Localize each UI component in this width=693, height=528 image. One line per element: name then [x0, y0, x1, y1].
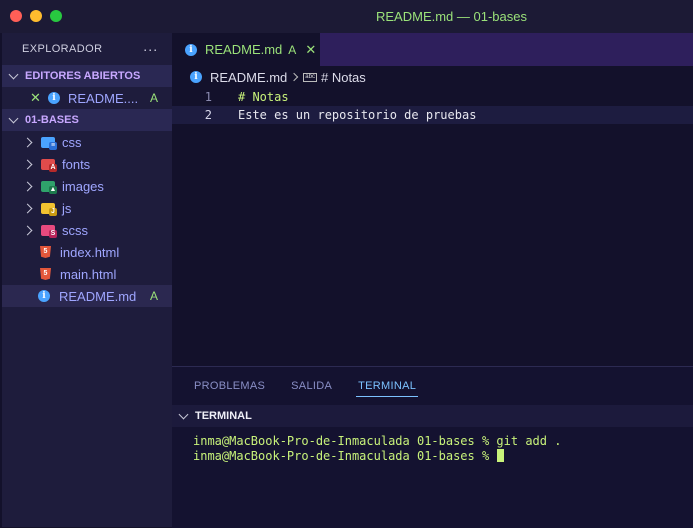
fonts-folder-icon: A — [41, 158, 57, 172]
folder-section[interactable]: 01-BASES — [2, 109, 172, 131]
terminal-line-text: inma@MacBook-Pro-de-Inmaculada 01-bases … — [193, 433, 562, 448]
folder-item-fonts[interactable]: A fonts — [2, 153, 172, 175]
info-file-icon: i — [48, 92, 60, 104]
chevron-right-icon — [22, 137, 33, 147]
terminal-line: inma@MacBook-Pro-de-Inmaculada 01-bases … — [193, 448, 693, 463]
chevron-right-icon — [22, 159, 33, 169]
bottom-panel: PROBLEMAS SALIDA TERMINAL TERMINAL inma@… — [172, 366, 693, 528]
terminal-cursor — [497, 449, 505, 462]
file-name: main.html — [60, 266, 117, 282]
folder-item-scss[interactable]: S scss — [2, 219, 172, 241]
tab-bar-empty-area — [320, 33, 693, 66]
code-line-active[interactable]: 2 Este es un repositorio de pruebas — [172, 106, 693, 124]
chevron-right-icon — [22, 225, 33, 235]
window-title: README.md — 01-bases — [376, 9, 527, 24]
js-folder-icon: J — [41, 202, 57, 216]
tab-label: README.md — [205, 42, 283, 57]
folder-name: css — [62, 134, 82, 150]
git-status-badge: A — [149, 91, 158, 105]
more-actions-icon[interactable]: ··· — [143, 41, 158, 57]
string-symbol-icon: abc — [303, 72, 317, 82]
folder-name: scss — [62, 222, 88, 238]
html5-icon: 5 — [40, 268, 51, 280]
code-editor[interactable]: 1 # Notas 2 Este es un repositorio de pr… — [172, 88, 693, 124]
breadcrumb-file[interactable]: README.md — [210, 70, 287, 85]
open-editor-label: README.... — [68, 90, 139, 106]
explorer-header: EXPLORADOR ··· — [2, 33, 172, 65]
open-editors-section[interactable]: EDITORES ABIERTOS — [2, 65, 172, 87]
line-number: 2 — [204, 108, 212, 122]
breadcrumb: i README.md abc # Notas — [172, 66, 693, 88]
editor-area: i README.md A ✕ i README.md abc # Notas … — [172, 33, 693, 366]
tab-readme[interactable]: i README.md A ✕ — [172, 33, 320, 66]
html5-icon: 5 — [40, 246, 51, 258]
scss-folder-icon: S — [41, 224, 57, 238]
css-folder-icon: ≡ — [41, 136, 57, 150]
explorer-sidebar: EXPLORADOR ··· EDITORES ABIERTOS ✕ i REA… — [0, 33, 172, 527]
tab-problems[interactable]: PROBLEMAS — [192, 376, 267, 396]
line-text: Este es un repositorio de pruebas — [238, 108, 477, 122]
chevron-down-icon — [178, 409, 189, 420]
line-number: 1 — [204, 90, 212, 104]
folder-item-css[interactable]: ≡ css — [2, 131, 172, 153]
folder-name: js — [62, 200, 72, 216]
git-status-badge: A — [149, 289, 158, 303]
terminal-section-header[interactable]: TERMINAL — [172, 405, 693, 427]
open-editors-label: EDITORES ABIERTOS — [25, 70, 141, 82]
editor-tab-bar: i README.md A ✕ — [172, 33, 693, 66]
chevron-right-icon — [22, 181, 33, 191]
terminal-output[interactable]: inma@MacBook-Pro-de-Inmaculada 01-bases … — [172, 427, 693, 463]
chevron-down-icon — [8, 69, 19, 80]
info-file-icon: i — [190, 71, 202, 83]
chevron-right-icon — [22, 203, 33, 213]
terminal-line-text: inma@MacBook-Pro-de-Inmaculada 01-bases … — [193, 448, 497, 463]
tab-output[interactable]: SALIDA — [289, 376, 334, 396]
folder-name: images — [62, 178, 104, 194]
code-line[interactable]: 1 # Notas — [172, 88, 693, 106]
tab-terminal[interactable]: TERMINAL — [356, 376, 419, 397]
open-editor-item-readme[interactable]: ✕ i README.... A — [2, 87, 172, 109]
file-item-index-html[interactable]: 5 index.html — [2, 241, 172, 263]
close-icon[interactable]: ✕ — [305, 42, 316, 58]
folder-name: fonts — [62, 156, 91, 172]
folder-item-images[interactable]: ▲ images — [2, 175, 172, 197]
chevron-down-icon — [8, 113, 19, 124]
info-file-icon: i — [38, 290, 50, 302]
terminal-section-label: TERMINAL — [195, 410, 252, 422]
explorer-title: EXPLORADOR — [22, 43, 103, 55]
breadcrumb-symbol[interactable]: # Notas — [321, 70, 366, 85]
file-name: README.md — [59, 288, 137, 304]
folder-label: 01-BASES — [25, 114, 79, 126]
title-bar: README.md — 01-bases — [0, 0, 693, 34]
terminal-line: inma@MacBook-Pro-de-Inmaculada 01-bases … — [193, 433, 693, 448]
git-status-badge: A — [288, 42, 297, 57]
images-folder-icon: ▲ — [41, 180, 57, 194]
panel-tabs: PROBLEMAS SALIDA TERMINAL — [172, 367, 693, 405]
line-text: # Notas — [238, 90, 289, 104]
file-item-readme[interactable]: i README.md A — [2, 285, 172, 307]
close-icon[interactable]: ✕ — [30, 90, 42, 106]
file-name: index.html — [60, 244, 120, 260]
folder-item-js[interactable]: J js — [2, 197, 172, 219]
file-item-main-html[interactable]: 5 main.html — [2, 263, 172, 285]
info-file-icon: i — [185, 43, 197, 56]
chevron-right-icon — [290, 72, 299, 82]
